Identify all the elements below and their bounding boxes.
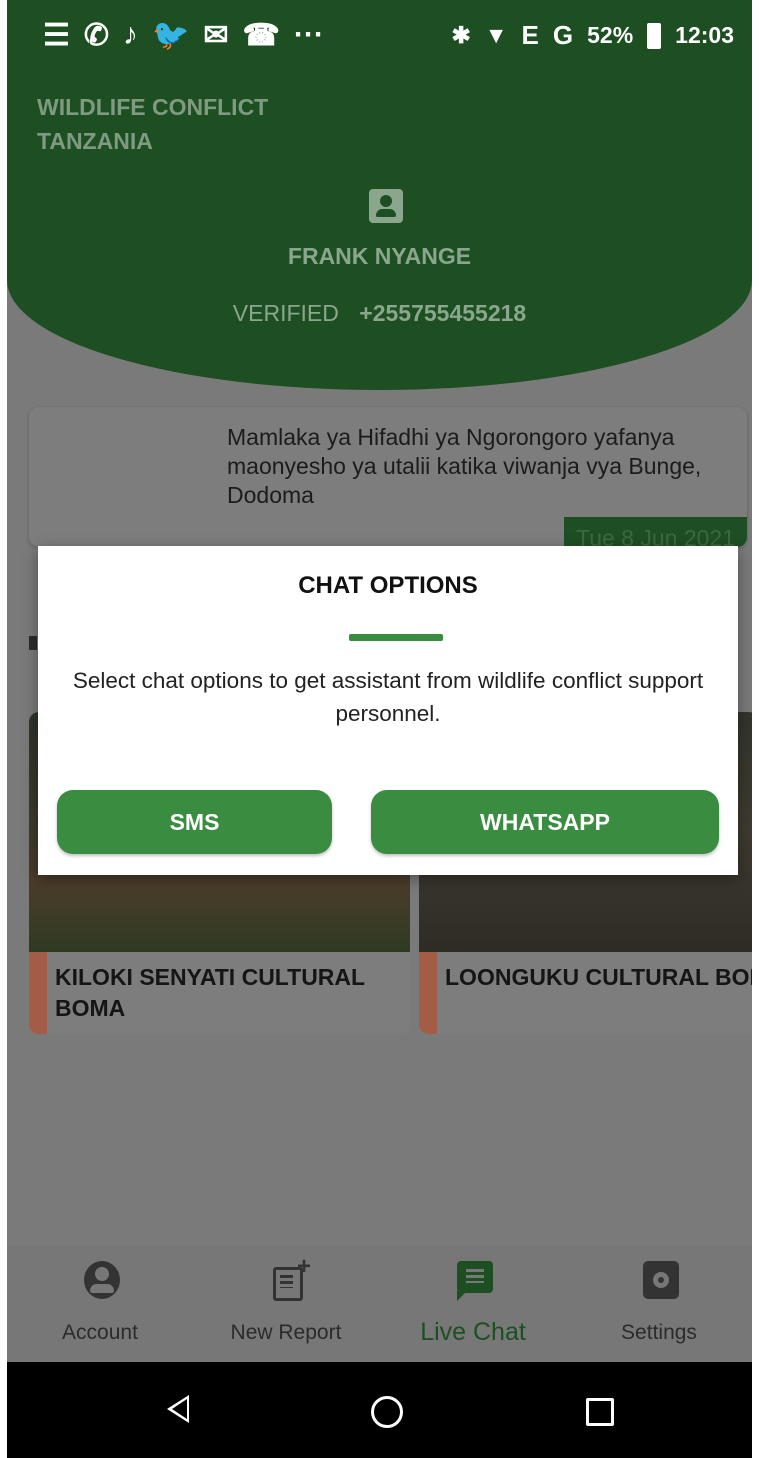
dialog-title: CHAT OPTIONS <box>298 572 478 599</box>
nav-account[interactable]: Account <box>7 1245 193 1362</box>
more-notifications-icon: ··· <box>293 18 324 51</box>
nav-new-report[interactable]: + New Report <box>193 1245 379 1362</box>
account-circle-icon <box>84 1261 120 1299</box>
nav-settings[interactable]: Settings <box>566 1245 752 1362</box>
back-icon[interactable] <box>167 1395 189 1423</box>
chat-options-dialog: CHAT OPTIONS Select chat options to get … <box>38 546 738 875</box>
whatsapp-button[interactable]: WHATSAPP <box>371 790 719 854</box>
dialog-message: Select chat options to get assistant fro… <box>72 668 704 726</box>
status-bar: ☰ ✆ ♪ 🐦 ✉ ☎ ··· ✱ ▼ E G 52% 12:03 <box>7 0 752 70</box>
sms-button[interactable]: SMS <box>57 790 332 854</box>
battery-icon <box>647 22 662 49</box>
title-underline <box>349 634 443 641</box>
news-card[interactable]: Mamlaka ya Hifadhi ya Ngorongoro yafanya… <box>29 407 747 547</box>
news-date-badge: Tue 8 Jun 2021 <box>564 517 747 547</box>
missed-call-icon: ☎ <box>242 19 280 52</box>
user-name: FRANK NYANGE <box>287 243 472 269</box>
tiktok-notification-icon: ♪ <box>123 18 139 51</box>
verification-row: VERIFIED +255755455218 <box>7 300 752 327</box>
nav-label: Settings <box>621 1321 697 1344</box>
plus-icon: + <box>297 1253 312 1280</box>
verified-label: VERIFIED <box>232 300 339 326</box>
nav-live-chat[interactable]: Live Chat <box>380 1245 566 1362</box>
home-icon[interactable] <box>371 1396 403 1428</box>
notification-icons: ☰ ✆ ♪ 🐦 ✉ ☎ ··· <box>43 18 324 53</box>
app-title-line1: WILDLIFE CONFLICT <box>37 94 269 120</box>
nav-label: Account <box>62 1321 138 1344</box>
bluetooth-icon: ✱ <box>451 22 471 48</box>
recents-icon[interactable] <box>586 1398 614 1426</box>
network-e-icon: E <box>521 20 539 50</box>
boma-title: LOONGUKU CULTURAL BOMA <box>445 964 752 990</box>
boma-accent-bar <box>29 952 47 1034</box>
settings-icon <box>643 1261 679 1299</box>
system-indicators: ✱ ▼ E G 52% 12:03 <box>452 20 735 51</box>
nav-label: Live Chat <box>420 1318 526 1346</box>
chat-icon <box>457 1261 493 1301</box>
clock: 12:03 <box>675 22 734 48</box>
bottom-navigation: Account + New Report Live Chat Settings <box>7 1245 752 1362</box>
phone-number: +255755455218 <box>359 300 527 326</box>
mail-notification-icon: ✉ <box>203 19 229 52</box>
network-g-icon: G <box>552 20 574 50</box>
app-title-line2: TANZANIA <box>37 128 153 154</box>
nav-label: New Report <box>230 1321 342 1344</box>
boma-title: KILOKI SENYATI CULTURAL BOMA <box>55 964 366 1021</box>
contact-profile-icon <box>369 189 403 223</box>
battery-percent: 52% <box>587 22 634 48</box>
boma-accent-bar <box>419 952 437 1034</box>
whatsapp-notification-icon: ✆ <box>83 19 110 52</box>
wifi-icon: ▼ <box>484 22 508 48</box>
twitter-notification-icon: 🐦 <box>152 19 190 52</box>
notification-icon: ☰ <box>43 19 70 52</box>
news-headline: Mamlaka ya Hifadhi ya Ngorongoro yafanya… <box>227 424 702 508</box>
section-heading-marker <box>29 636 37 650</box>
system-navigation-bar <box>7 1362 752 1458</box>
app-title: WILDLIFE CONFLICT TANZANIA <box>37 90 268 158</box>
